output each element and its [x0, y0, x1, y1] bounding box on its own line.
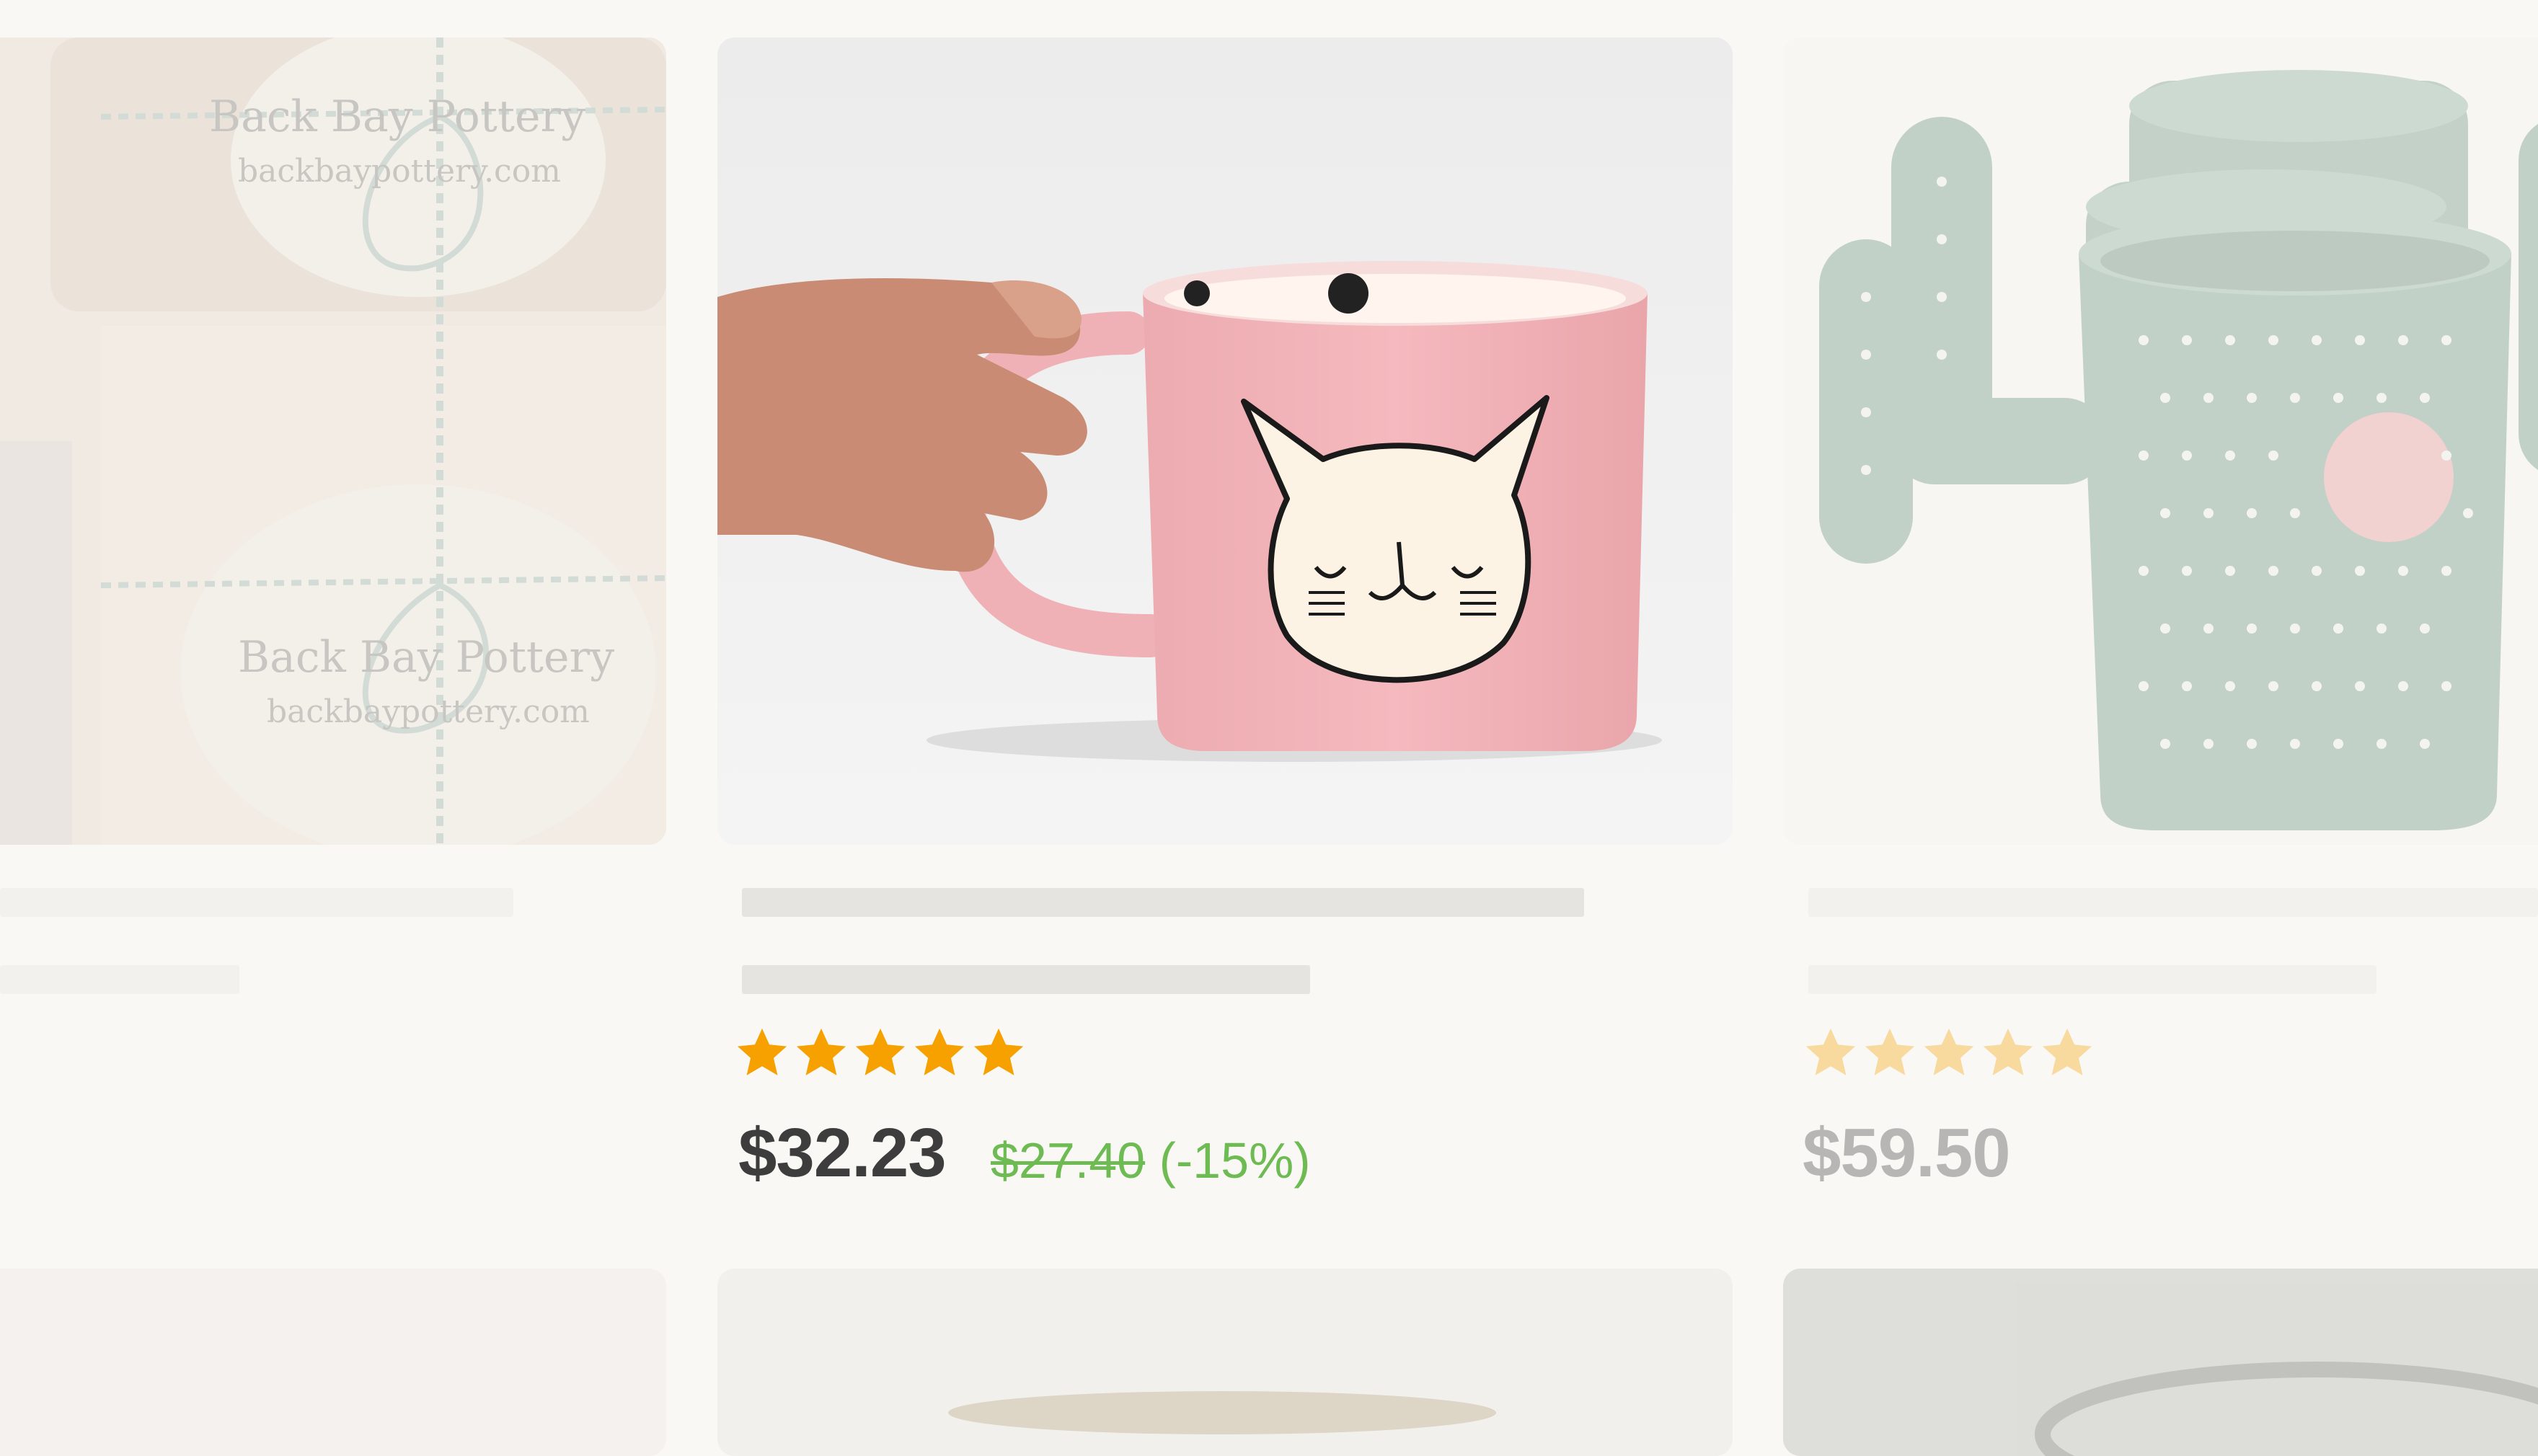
star-icon	[855, 1028, 906, 1075]
listing-cactus-mug-image[interactable]	[1783, 37, 2538, 845]
original-price: $27.40	[991, 1132, 1146, 1189]
star-icon	[1865, 1028, 1915, 1075]
listing-bottom-right-image[interactable]	[1783, 1269, 2538, 1456]
cat-mug-photo	[717, 37, 1733, 845]
listing-right-shop-skeleton	[1808, 965, 2376, 994]
listing-left-title-skeleton	[0, 888, 513, 917]
listing-title-skeleton	[742, 888, 1584, 917]
original-price-group: $27.40 (-15%)	[991, 1132, 1311, 1189]
discount-percent: (-15%)	[1159, 1132, 1311, 1189]
listing-left-image[interactable]: Back Bay Pottery backbaypottery.com Back…	[0, 37, 666, 845]
star-icon	[1983, 1028, 2033, 1075]
star-icon	[914, 1028, 965, 1075]
gift-box-image: Back Bay Pottery backbaypottery.com Back…	[0, 37, 666, 845]
star-icon	[1805, 1028, 1856, 1075]
star-icon	[796, 1028, 846, 1075]
sale-price: $32.23	[738, 1114, 947, 1191]
brand-text-top: Back Bay Pottery	[209, 92, 585, 142]
url-text-bottom: backbaypottery.com	[267, 693, 590, 730]
brand-text-bottom: Back Bay Pottery	[238, 632, 614, 683]
bottom-center-photo	[948, 1391, 1496, 1434]
listing-left-shop-skeleton	[0, 965, 239, 994]
listing-right-title-skeleton	[1808, 888, 2538, 917]
listing-cat-mug-image[interactable]	[717, 37, 1733, 845]
sale-price-right: $59.50	[1803, 1114, 2011, 1191]
cactus-mug-photo	[1783, 37, 2538, 845]
bottom-right-photo	[2035, 1362, 2538, 1456]
listing-shop-skeleton	[742, 965, 1310, 994]
star-icon	[2042, 1028, 2092, 1075]
listing-bottom-left-image[interactable]	[0, 1269, 666, 1456]
star-icon	[1924, 1028, 1974, 1075]
rating-stars	[734, 1025, 1027, 1081]
listing-bottom-center-image[interactable]	[717, 1269, 1733, 1456]
url-text-top: backbaypottery.com	[238, 153, 561, 190]
star-icon	[973, 1028, 1024, 1075]
star-icon	[737, 1028, 787, 1075]
rating-stars-right	[1803, 1025, 2095, 1081]
